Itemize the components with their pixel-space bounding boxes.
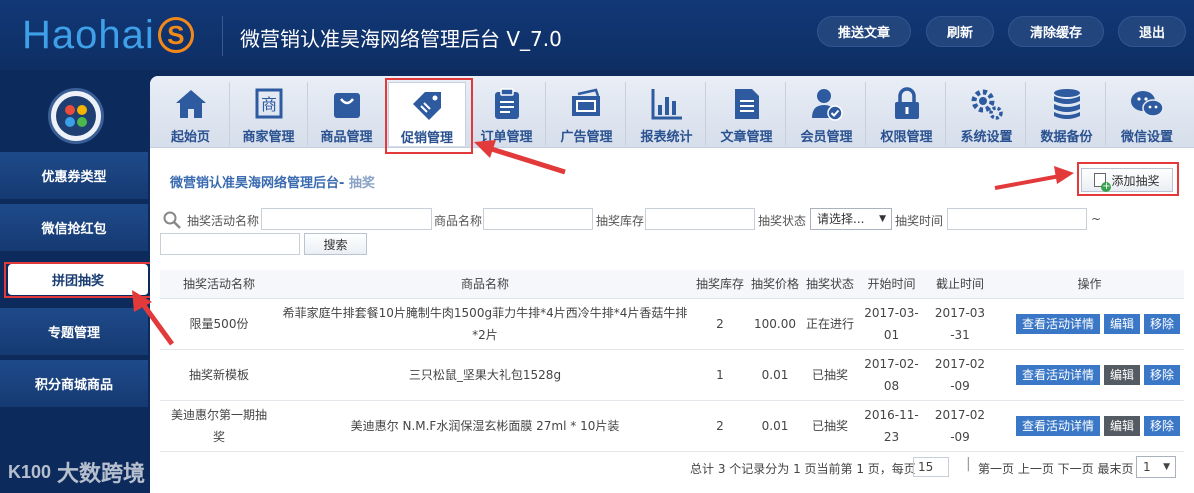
- arrow-to-add-button: [994, 174, 1061, 190]
- watermark-logo: K100: [8, 461, 52, 482]
- arrow-to-tab: [481, 143, 566, 175]
- arrow-to-sidebar: [137, 298, 175, 346]
- annotation-arrows: [132, 140, 1074, 346]
- watermark-text: 大数跨境: [57, 462, 146, 487]
- watermark: K100 大数跨境: [8, 456, 145, 488]
